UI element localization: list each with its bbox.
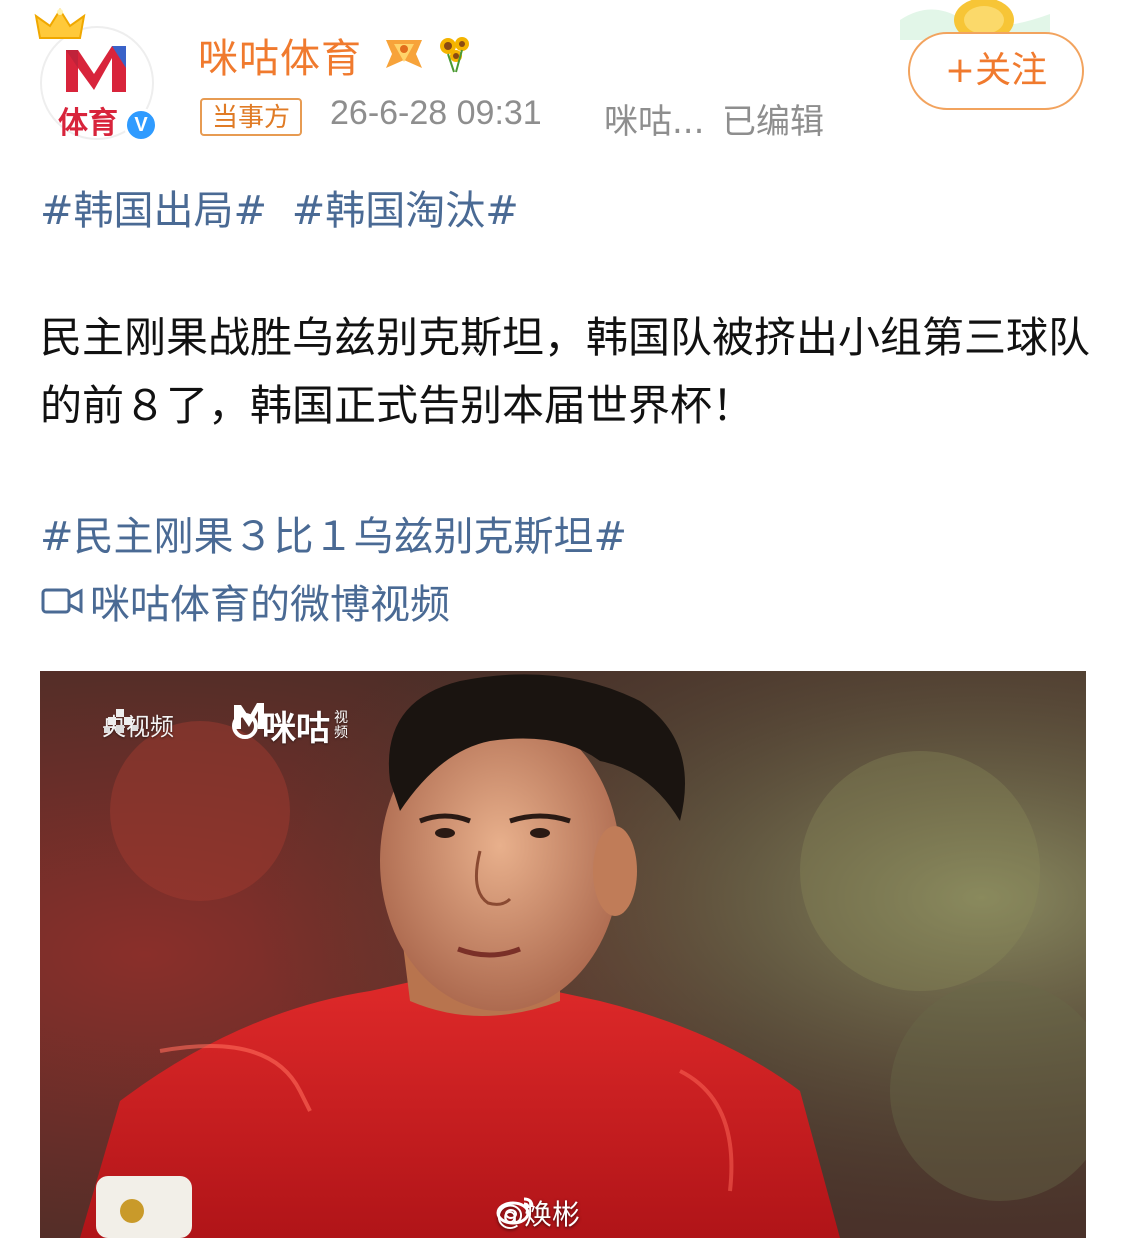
migu-logo-icon [234, 703, 264, 729]
cctv-watermark: 央视频 [102, 707, 174, 742]
topic-list: #韩国出局# #韩国淘汰# [40, 178, 531, 236]
avatar-container[interactable]: 体育 V [34, 6, 164, 142]
migu-watermark: 咪咕 视频 [232, 701, 352, 750]
weibo-post-page: 体育 V 咪咕体育 当事方 26-6-28 09:31 咪咕... 已编辑 +关… [0, 0, 1124, 1238]
topic-link[interactable]: #韩国淘汰# [292, 188, 519, 234]
edited-label[interactable]: 已编辑 [722, 94, 824, 143]
party-tag: 当事方 [200, 98, 303, 136]
weibo-watermark: @焕彬 [496, 1193, 580, 1233]
post-source[interactable]: 咪咕... [604, 94, 704, 143]
video-link-label: 咪咕体育的微博视频 [90, 582, 450, 628]
weibo-logo-icon [496, 1197, 534, 1225]
migu-watermark-small: 视频 [334, 709, 348, 741]
video-link[interactable]: 咪咕体育的微博视频 [40, 572, 450, 630]
post-timestamp: 26-6-28 09:31 [330, 94, 542, 132]
post-text: 民主刚果战胜乌兹别克斯坦，韩国队被挤出小组第三球队的前８了，韩国正式告别本届世界… [40, 313, 1091, 430]
avatar-text: 体育 [58, 106, 118, 141]
migu-watermark-text: 咪咕 [262, 709, 330, 749]
video-frame-image [40, 671, 1086, 1238]
crown-icon [34, 8, 86, 39]
topic-link[interactable]: #韩国出局# [40, 188, 267, 234]
video-player[interactable]: 央视频 咪咕 视频 @焕彬 [40, 671, 1086, 1238]
video-camera-icon [41, 588, 83, 614]
username[interactable]: 咪咕体育 [198, 26, 362, 84]
verified-icon: V [124, 108, 158, 142]
topic-link[interactable]: #民主刚果３比１乌兹别克斯坦# [40, 504, 627, 562]
member-badge-icon[interactable] [382, 34, 426, 74]
sunflower-badge-icon[interactable] [434, 32, 474, 74]
cctv-logo-icon [104, 709, 138, 733]
follow-button[interactable]: +关注 [908, 32, 1084, 110]
